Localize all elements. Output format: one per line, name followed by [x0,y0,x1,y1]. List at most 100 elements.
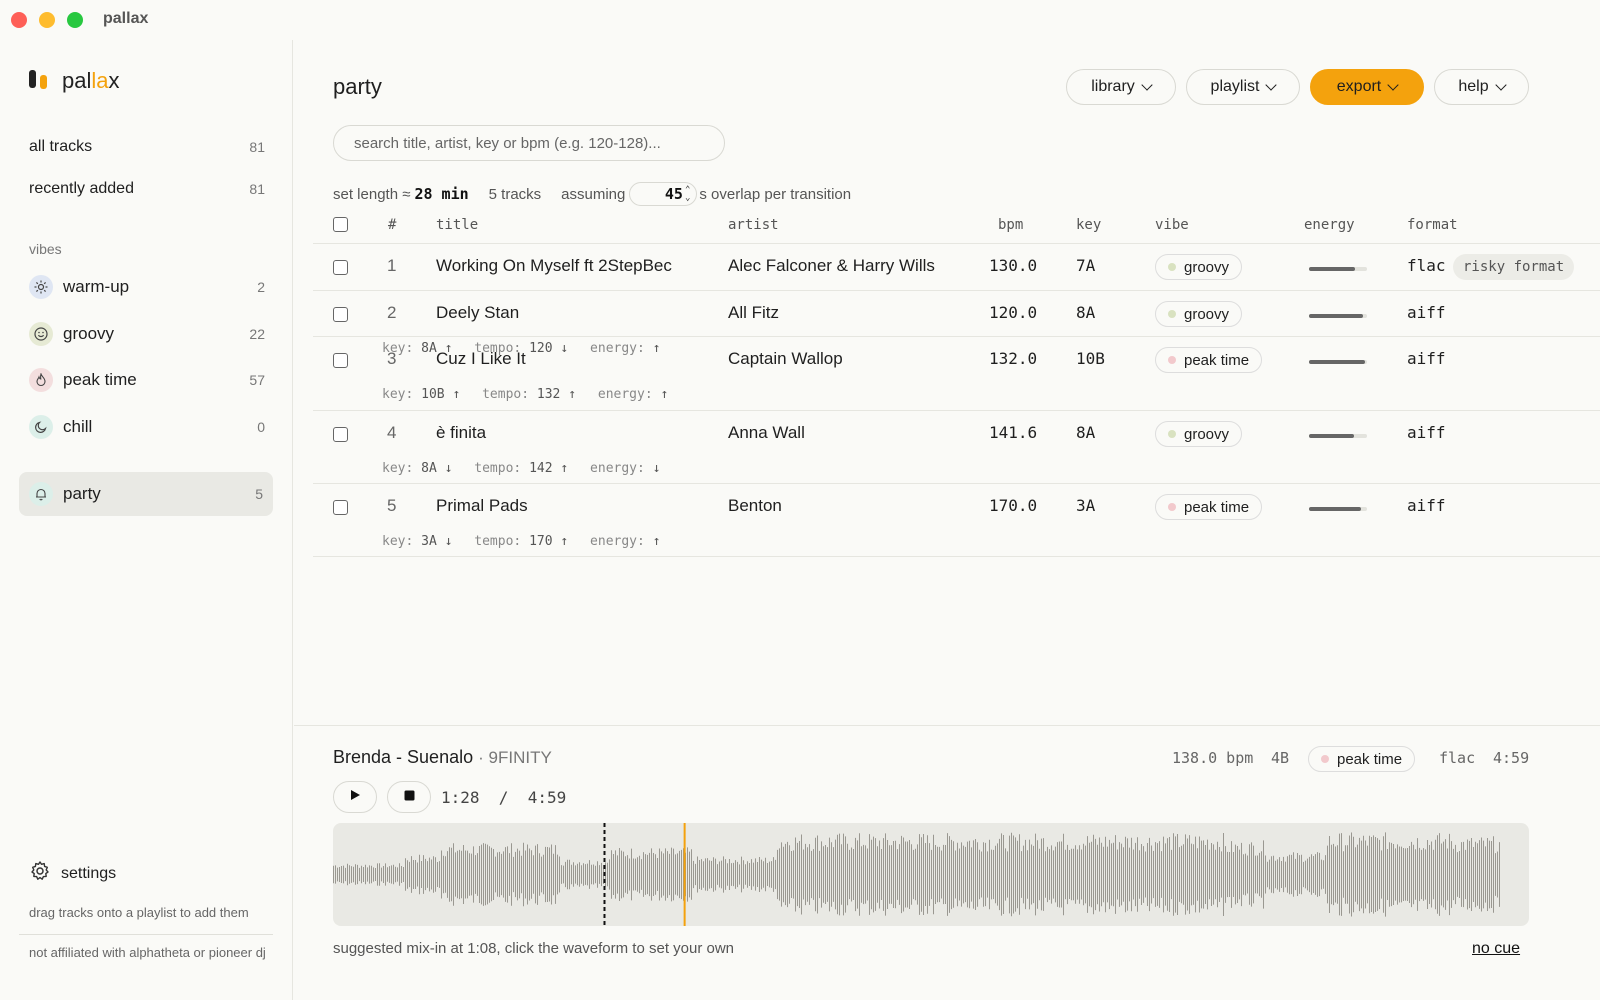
track-key: 7A [1076,256,1096,275]
library-menu-button[interactable]: library [1066,69,1176,105]
track-key: 10B [1076,349,1105,368]
vibe-dot-icon [1168,430,1176,438]
track-title: Deely Stan [436,303,520,322]
column-header-artist[interactable]: artist [728,217,779,233]
waveform-svg[interactable] [333,823,1529,926]
sidebar-item-label: party [63,484,101,503]
now-playing-bpm: 138.0 bpm [1172,749,1254,767]
sidebar-item-recently-added[interactable]: recently added 81 [29,175,265,203]
vibe-dot-icon [1168,356,1176,364]
smile-icon [29,322,53,346]
row-checkbox[interactable] [333,260,348,275]
search-input[interactable] [333,125,725,161]
column-header-vibe[interactable]: vibe [1155,217,1189,233]
column-header-format[interactable]: format [1407,217,1458,233]
vibes-section-label: vibes [29,241,62,257]
track-artist: Benton [728,496,782,515]
close-window-button[interactable] [11,12,27,28]
vibe-label: peak time [1184,351,1250,369]
transition-tempo-label: tempo: [482,387,530,402]
track-number: 1 [387,256,397,275]
stop-button[interactable] [387,781,431,813]
sidebar-item-party[interactable]: party 5 [19,472,273,516]
vibe-label: peak time [1337,750,1403,768]
transition-tempo-arrow: ↑ [560,534,569,549]
time-separator: / [498,788,509,807]
vibe-dot-icon [1168,503,1176,511]
row-divider [313,290,1600,291]
sidebar-item-label: chill [63,417,93,436]
playlist-menu-label: playlist [1210,78,1260,95]
sidebar-item-label: all tracks [29,138,93,155]
stepper-arrows-icon[interactable]: ⌃ ⌄ [685,186,690,203]
track-format: flac [1407,256,1446,275]
play-button[interactable] [333,781,377,813]
transition-key: 10B [421,387,445,402]
row-divider [313,336,1600,337]
page-title: party [333,74,382,99]
row-checkbox[interactable] [333,307,348,322]
track-title: Primal Pads [436,496,528,515]
waveform[interactable] [333,823,1529,926]
track-format: aiff [1407,423,1446,442]
track-format: aiff [1407,496,1446,515]
transition-key: 3A [421,534,437,549]
waveform-peaks [333,832,1500,917]
transition-tempo: 132 [536,387,561,402]
select-all-checkbox[interactable] [333,217,348,232]
playback-position: 1:28 [441,788,480,807]
settings-button[interactable]: settings [29,860,116,887]
track-key: 8A [1076,423,1096,442]
chevron-down-icon [1494,79,1507,91]
column-header-title[interactable]: title [436,217,478,233]
track-key: 3A [1076,496,1096,515]
row-checkbox[interactable] [333,353,348,368]
export-menu-button[interactable]: export [1310,69,1424,105]
no-cue-link[interactable]: no cue [1472,940,1520,958]
column-header-bpm[interactable]: bpm [998,217,1023,233]
transition-energy-label: energy: [597,387,653,402]
row-checkbox[interactable] [333,500,348,515]
header-divider [313,243,1600,244]
column-header-energy[interactable]: energy [1304,217,1355,233]
sidebar-item-peak-time[interactable]: peak time 57 [29,366,265,394]
minimize-window-button[interactable] [39,12,55,28]
vibe-label: groovy [1184,258,1230,276]
energy-bar [1309,360,1367,364]
transition-tempo-label: tempo: [474,461,522,476]
overlap-stepper[interactable]: 45 ⌃ ⌄ [629,182,698,206]
track-artist: Captain Wallop [728,349,843,368]
stop-icon [404,788,415,806]
sun-icon [29,275,53,299]
vibe-badge[interactable]: peak time [1155,494,1263,520]
flame-icon [29,368,53,392]
help-menu-button[interactable]: help [1434,69,1529,105]
chevron-down-icon [1265,79,1278,91]
chevron-down-icon [1141,79,1153,91]
column-header-key[interactable]: key [1076,217,1101,233]
vibe-badge[interactable]: groovy [1155,254,1243,280]
sidebar-item-groovy[interactable]: groovy 22 [29,320,265,348]
vibe-label: groovy [1184,305,1230,323]
energy-bar [1309,314,1367,318]
transition-tempo: 120 [529,341,553,356]
vibe-badge[interactable]: groovy [1155,421,1243,447]
sidebar-item-warm-up[interactable]: warm-up 2 [29,273,265,301]
energy-fill [1309,360,1366,364]
track-bpm: 170.0 [989,496,1038,515]
transition-key-label: key: [382,387,414,402]
sidebar-item-all-tracks[interactable]: all tracks 81 [29,133,265,161]
zoom-window-button[interactable] [67,12,83,28]
sidebar-item-count: 0 [257,419,265,435]
transition-energy-arrow: ↑ [652,534,661,549]
vibe-badge[interactable]: peak time [1155,347,1263,373]
sidebar-item-chill[interactable]: chill 0 [29,413,265,441]
vibe-badge[interactable]: groovy [1155,301,1243,327]
playlist-menu-button[interactable]: playlist [1186,69,1300,105]
transition-info: key: 8A ↓ tempo: 142 ↑ energy: ↓ [382,461,661,476]
transition-tempo-arrow: ↑ [568,387,577,402]
row-checkbox[interactable] [333,427,348,442]
logo-text: pallax [62,68,120,93]
now-playing-key: 4B [1271,749,1290,767]
column-header-number: # [388,217,397,233]
